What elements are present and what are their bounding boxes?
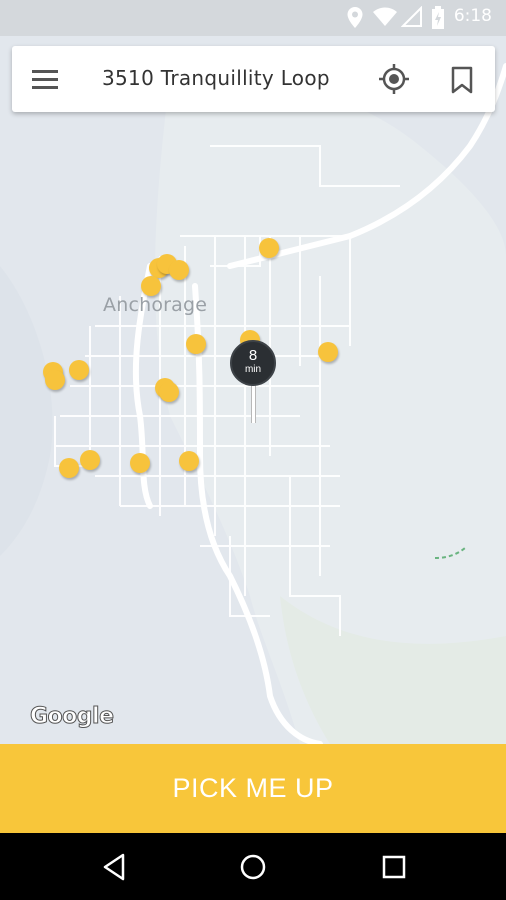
back-icon[interactable] (96, 849, 132, 885)
vehicle-marker[interactable] (169, 260, 189, 280)
pickup-address[interactable]: 3510 Tranquillity Loop (102, 66, 330, 90)
vehicle-marker[interactable] (318, 342, 338, 362)
city-label: Anchorage (103, 294, 208, 316)
battery-charging-icon (432, 6, 444, 29)
bookmark-icon[interactable] (450, 66, 474, 94)
vehicle-marker[interactable] (141, 276, 161, 296)
recents-icon[interactable] (376, 849, 412, 885)
vehicle-marker[interactable] (59, 458, 79, 478)
pick-me-up-button[interactable]: PICK ME UP (0, 744, 506, 833)
vehicle-marker[interactable] (69, 360, 89, 380)
vehicle-marker[interactable] (159, 382, 179, 402)
vehicle-marker[interactable] (259, 238, 279, 258)
vehicle-marker[interactable] (130, 453, 150, 473)
pickup-pin-stem (251, 385, 256, 423)
vehicle-marker[interactable] (186, 334, 206, 354)
menu-icon[interactable] (32, 68, 58, 90)
home-icon[interactable] (235, 849, 271, 885)
my-location-icon[interactable] (378, 63, 410, 95)
vehicle-marker[interactable] (80, 450, 100, 470)
address-bar[interactable]: 3510 Tranquillity Loop (12, 46, 495, 112)
eta-pin[interactable]: 8 min (230, 340, 276, 386)
vehicle-marker[interactable] (179, 451, 199, 471)
location-icon (347, 7, 363, 28)
signal-icon (401, 6, 422, 27)
google-attribution: Google (30, 704, 115, 730)
wifi-icon (373, 7, 397, 26)
status-bar: 6:18 (0, 0, 506, 36)
navigation-bar (0, 833, 506, 900)
vehicle-marker[interactable] (45, 370, 65, 390)
eta-value: 8 (248, 347, 258, 364)
eta-unit: min (244, 364, 262, 375)
status-time: 6:18 (453, 6, 492, 26)
